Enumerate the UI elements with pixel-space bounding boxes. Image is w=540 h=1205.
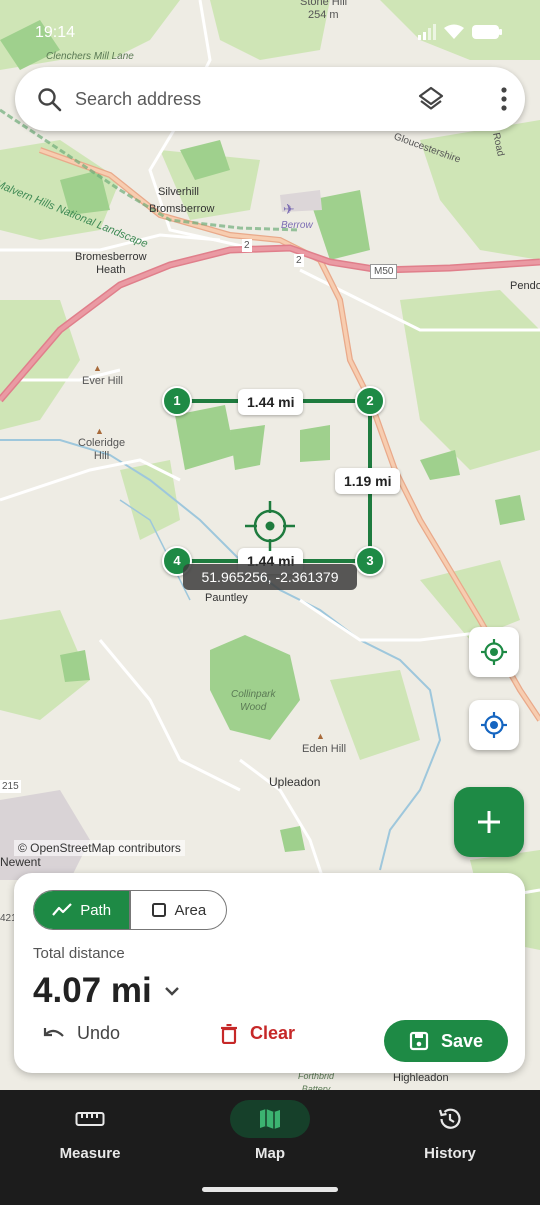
signal-icon	[418, 24, 436, 40]
airport-icon: ✈	[283, 201, 295, 217]
search-icon[interactable]	[37, 87, 63, 113]
nav-map-label: Map	[255, 1145, 285, 1162]
nav-map[interactable]: Map	[210, 1100, 330, 1162]
segment-distance-label: 1.44 mi	[238, 389, 304, 415]
layers-icon[interactable]	[417, 85, 445, 113]
nav-measure[interactable]: Measure	[30, 1100, 150, 1162]
crosshair-coordinates: 51.965256, -2.361379	[183, 564, 357, 590]
map-label-highleadon: Highleadon	[393, 1072, 449, 1084]
crosshair-icon	[245, 501, 295, 551]
ruler-icon	[75, 1112, 105, 1126]
peak-icon: ▲	[93, 363, 102, 373]
map-label-forthbrid: Forthbrid Battery	[298, 1071, 335, 1090]
map-label-stone-hill: Stone Hill	[300, 0, 348, 8]
status-bar: 19:14	[0, 18, 540, 48]
mode-toggle: Path Area	[33, 890, 227, 930]
history-icon	[438, 1108, 461, 1129]
add-point-at-location-button[interactable]	[469, 627, 519, 677]
path-point-marker[interactable]: 1	[162, 386, 192, 416]
map-label-coleridge-hill: Coleridge Hill	[78, 437, 126, 462]
total-distance-label: Total distance	[33, 945, 125, 962]
save-button[interactable]: Save	[384, 1020, 508, 1062]
clear-button[interactable]: Clear	[220, 1023, 295, 1044]
map-label-pauntley: Pauntley	[205, 592, 248, 604]
mode-path-label: Path	[80, 901, 112, 919]
map-label-berrow: Berrow	[281, 220, 313, 231]
segment-distance-label: 1.19 mi	[335, 468, 401, 494]
undo-icon	[43, 1027, 64, 1037]
map-label-silverhill: Silverhill	[158, 186, 199, 198]
undo-label: Undo	[77, 1023, 121, 1043]
map-icon	[260, 1109, 280, 1129]
map-label-collinpark-wood: Collinpark Wood	[231, 689, 276, 713]
add-point-button[interactable]	[454, 787, 524, 857]
map-label-bromsberrow: Bromsberrow	[149, 203, 215, 215]
search-bar	[15, 67, 525, 131]
road-number-2b: 2	[294, 254, 304, 267]
road-number-215: 215	[0, 780, 21, 793]
unit-dropdown-chevron-icon[interactable]	[162, 981, 182, 1001]
mode-area-button[interactable]: Area	[131, 891, 226, 929]
map-label-ever-hill: Ever Hill	[82, 375, 123, 387]
peak-icon: ▲	[316, 731, 325, 741]
mode-area-label: Area	[174, 901, 207, 919]
measurement-panel: Path Area Total distance 4.07 mi Undo Cl…	[14, 873, 525, 1073]
battery-icon	[472, 25, 502, 39]
square-outline-icon	[151, 903, 166, 917]
plus-icon	[478, 811, 500, 833]
mode-path-button[interactable]: Path	[34, 891, 130, 929]
nav-history-label: History	[424, 1145, 476, 1162]
path-icon	[52, 903, 72, 916]
search-input[interactable]	[75, 81, 395, 117]
clear-label: Clear	[250, 1023, 296, 1043]
map-label-pendock: Pendo	[510, 280, 540, 292]
map-label-bromesberrow-heath: Bromesberrow Heath	[75, 251, 147, 276]
trash-icon	[221, 1023, 237, 1044]
status-time: 19:14	[35, 24, 76, 41]
my-location-icon	[481, 712, 507, 738]
nav-history[interactable]: History	[390, 1100, 510, 1162]
total-distance-value[interactable]: 4.07 mi	[33, 971, 152, 1011]
map-label-newent: Newent	[0, 855, 41, 869]
path-point-marker[interactable]: 3	[355, 546, 385, 576]
road-number-m50: M50	[370, 264, 398, 279]
save-icon	[409, 1031, 429, 1051]
my-location-button[interactable]	[469, 700, 519, 750]
nav-measure-label: Measure	[59, 1145, 121, 1162]
map-label-clenchers: Clenchers Mill Lane	[46, 51, 134, 62]
target-location-icon	[481, 639, 507, 665]
undo-button[interactable]: Undo	[43, 1023, 120, 1044]
path-point-marker[interactable]: 2	[355, 386, 385, 416]
home-indicator[interactable]	[202, 1187, 338, 1192]
wifi-icon	[444, 24, 464, 39]
road-number-2a: 2	[242, 239, 252, 252]
save-label: Save	[440, 1030, 484, 1051]
map-label-eden-hill: Eden Hill	[302, 743, 347, 755]
map-label-upleadon: Upleadon	[269, 775, 321, 789]
more-options-icon[interactable]	[493, 85, 515, 113]
map-attribution[interactable]: © OpenStreetMap contributors	[14, 840, 185, 856]
